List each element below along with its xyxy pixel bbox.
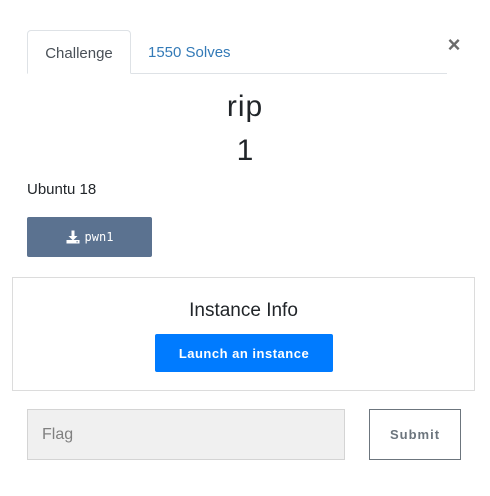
submit-button[interactable]: Submit: [369, 409, 461, 460]
challenge-tabs: Challenge 1550 Solves: [27, 30, 447, 74]
launch-instance-button[interactable]: Launch an instance: [155, 334, 333, 372]
file-download-button[interactable]: pwn1: [27, 217, 152, 257]
challenge-description: Ubuntu 18: [27, 181, 97, 198]
close-button[interactable]: ×: [444, 33, 464, 57]
flag-input[interactable]: [27, 409, 345, 460]
tab-solves[interactable]: 1550 Solves: [132, 30, 247, 72]
challenge-value: 1: [236, 134, 254, 167]
download-icon: [66, 230, 80, 244]
file-download-label: pwn1: [84, 230, 114, 244]
instance-info-title: Instance Info: [189, 300, 298, 321]
challenge-name: rip: [226, 90, 264, 123]
challenge-modal: × Challenge 1550 Solves rip 1 Ubuntu 18 …: [0, 0, 490, 496]
tab-challenge[interactable]: Challenge: [27, 30, 131, 74]
instance-info-panel: Instance Info Launch an instance: [12, 277, 475, 391]
